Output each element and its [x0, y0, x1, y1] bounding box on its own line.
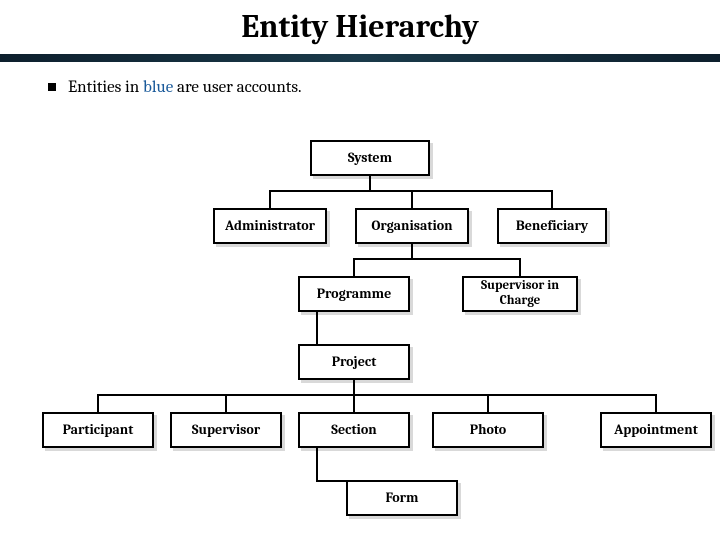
- node-system: System: [310, 140, 430, 176]
- connector: [369, 176, 371, 190]
- node-programme: Programme: [298, 276, 410, 312]
- connector: [353, 258, 355, 276]
- node-photo: Photo: [432, 412, 544, 448]
- connector: [225, 394, 227, 412]
- connector: [316, 448, 318, 480]
- connector: [269, 190, 271, 208]
- node-form: Form: [346, 480, 458, 516]
- node-administrator: Administrator: [213, 208, 327, 244]
- node-project: Project: [298, 344, 410, 380]
- page-title: Entity Hierarchy: [0, 8, 720, 45]
- subtitle-prefix: Entities in: [68, 78, 143, 97]
- connector: [411, 190, 413, 208]
- node-supervisor: Supervisor: [170, 412, 282, 448]
- node-section: Section: [298, 412, 410, 448]
- connector: [411, 244, 413, 258]
- connector: [97, 394, 657, 396]
- connector: [316, 312, 318, 344]
- connector: [353, 394, 355, 412]
- node-participant: Participant: [42, 412, 154, 448]
- node-supervisor-in-charge: Supervisor in Charge: [462, 276, 578, 312]
- connector: [487, 394, 489, 412]
- subtitle-suffix: are user accounts.: [173, 78, 301, 97]
- connector: [353, 258, 521, 260]
- node-organisation: Organisation: [355, 208, 469, 244]
- subtitle-blue: blue: [143, 78, 173, 97]
- connector: [97, 394, 99, 412]
- subtitle: Entities in blue are user accounts.: [48, 78, 302, 97]
- connector: [316, 480, 346, 482]
- connector: [551, 190, 553, 208]
- connector: [353, 380, 355, 394]
- connector: [655, 394, 657, 412]
- bullet-icon: [48, 83, 56, 91]
- node-beneficiary: Beneficiary: [497, 208, 607, 244]
- connector: [519, 258, 521, 276]
- node-appointment: Appointment: [600, 412, 712, 448]
